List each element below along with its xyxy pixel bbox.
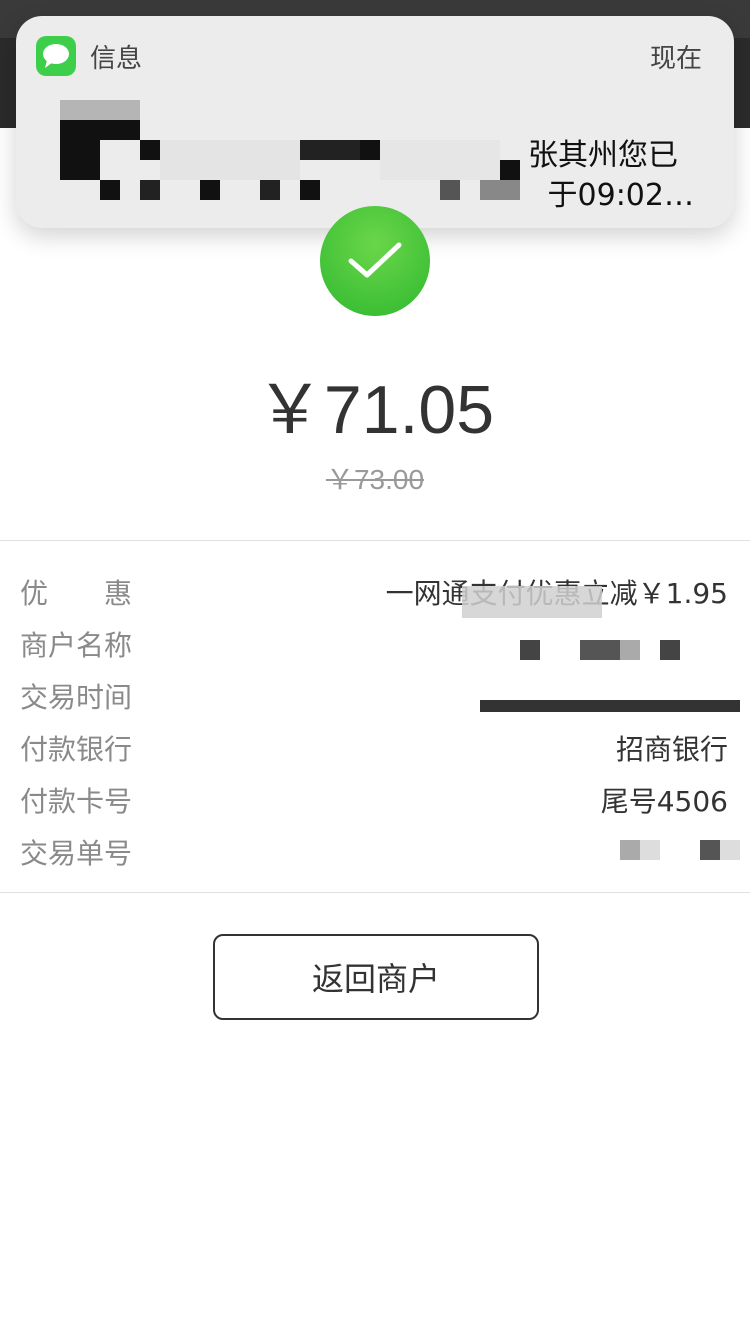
success-checkmark-icon bbox=[320, 206, 430, 316]
detail-row-bank: 付款银行 招商银行 bbox=[0, 722, 750, 774]
paid-amount: ￥71.05 bbox=[255, 372, 495, 448]
detail-row-discount: 优 惠 一网通支付优惠立减￥1.95 bbox=[0, 566, 750, 618]
redaction-block bbox=[660, 640, 680, 660]
detail-row-time: 交易时间 bbox=[0, 670, 750, 722]
redaction-block bbox=[520, 640, 540, 660]
row-value: 招商银行 bbox=[615, 733, 728, 766]
row-label: 付款卡号 bbox=[20, 785, 133, 818]
detail-row-order-id: 交易单号 bbox=[0, 826, 750, 878]
row-label: 商户名称 bbox=[20, 629, 133, 662]
redaction-block bbox=[640, 840, 660, 860]
message-notification-banner[interactable]: 信息 现在 张其州您已 于09:02… bbox=[16, 16, 734, 228]
redaction-block bbox=[580, 640, 620, 660]
redaction-block bbox=[700, 840, 720, 860]
divider bbox=[0, 892, 750, 893]
redaction-block bbox=[462, 586, 602, 618]
row-label: 优 惠 bbox=[20, 577, 133, 610]
notification-message-line1: 张其州您已 bbox=[528, 138, 678, 173]
notification-message-line2: 于09:02… bbox=[547, 178, 694, 213]
redaction-block bbox=[720, 840, 740, 860]
divider bbox=[0, 540, 750, 541]
row-value: 尾号4506 bbox=[600, 785, 728, 818]
redaction-block bbox=[620, 840, 640, 860]
detail-row-card: 付款卡号 尾号4506 bbox=[0, 774, 750, 826]
notification-time: 现在 bbox=[649, 44, 702, 74]
redaction-block bbox=[480, 700, 740, 712]
original-amount: ￥73.00 bbox=[325, 464, 425, 495]
row-label: 付款银行 bbox=[20, 733, 133, 766]
row-label: 交易时间 bbox=[20, 681, 133, 714]
row-label: 交易单号 bbox=[20, 837, 133, 870]
messages-icon bbox=[36, 36, 76, 76]
notification-app-name: 信息 bbox=[90, 44, 143, 74]
redaction-block bbox=[620, 640, 640, 660]
return-to-merchant-button[interactable]: 返回商户 bbox=[213, 934, 539, 1020]
detail-row-merchant: 商户名称 bbox=[0, 618, 750, 670]
